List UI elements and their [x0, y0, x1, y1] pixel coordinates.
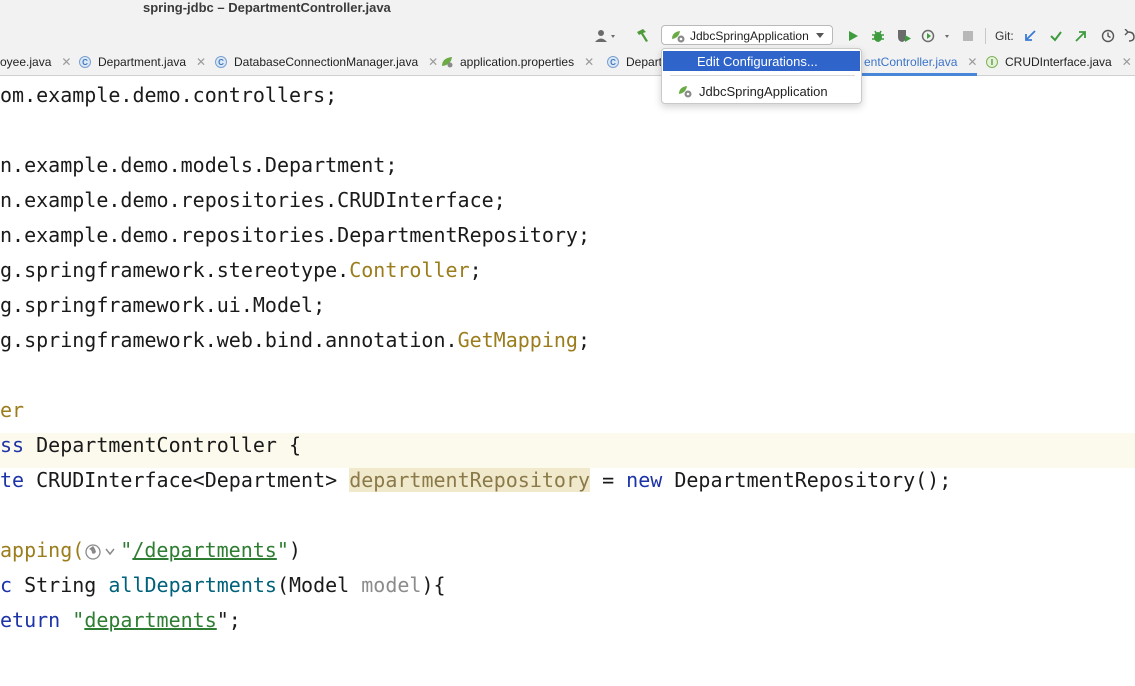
title-bar: spring-jdbc – DepartmentController.java: [0, 0, 1135, 22]
code-line: om.example.demo.controllers;: [0, 83, 338, 107]
tab-department-controller[interactable]: entController.java ✕: [864, 49, 977, 75]
close-icon[interactable]: ✕: [967, 55, 977, 69]
bug-icon: [872, 30, 884, 42]
jdbc-spring-application-item[interactable]: JdbcSpringApplication: [663, 81, 860, 101]
git-commit-button[interactable]: [1046, 26, 1066, 46]
tab-department-repository[interactable]: C Departr: [607, 49, 666, 75]
toolbar-separator: [985, 28, 986, 44]
spring-config-icon: [679, 86, 692, 98]
play-icon: [849, 31, 858, 41]
class-c-icon: C: [215, 56, 227, 68]
code-line: eturn "departments";: [0, 608, 241, 632]
close-icon[interactable]: ✕: [61, 55, 71, 69]
build-button[interactable]: [632, 26, 652, 46]
tab-label: Department.java: [98, 55, 187, 69]
code-line: er: [0, 398, 25, 422]
edit-configurations-item[interactable]: Edit Configurations...: [663, 51, 860, 71]
tab-database-connection-manager[interactable]: C DatabaseConnectionManager.java ✕: [215, 49, 438, 75]
tab-employee[interactable]: oyee.java ✕: [0, 49, 71, 75]
git-label: Git:: [995, 29, 1014, 43]
profiler-icon: [921, 29, 949, 43]
arrow-up-right-icon: [1075, 31, 1086, 42]
tab-label: oyee.java: [0, 55, 52, 69]
arrow-down-left-icon: [1025, 30, 1036, 41]
profile-run-button[interactable]: [920, 26, 952, 46]
close-icon[interactable]: ✕: [584, 55, 594, 69]
run-button[interactable]: [843, 26, 863, 46]
rollback-icon: [1124, 29, 1135, 42]
code-line: n.example.demo.repositories.DepartmentRe…: [0, 223, 591, 247]
coverage-button[interactable]: [894, 26, 914, 46]
git-push-button[interactable]: [1071, 26, 1091, 46]
code-line: g.springframework.stereotype.Controller;: [0, 258, 482, 282]
code-line: g.springframework.ui.Model;: [0, 293, 326, 317]
tab-label: application.properties: [460, 55, 575, 69]
close-icon[interactable]: ✕: [1122, 55, 1132, 69]
user-icon: [595, 30, 615, 42]
tab-label: entController.java: [864, 55, 958, 69]
shield-run-icon: [898, 30, 911, 42]
tab-label: DatabaseConnectionManager.java: [234, 55, 419, 69]
code-line: apping("/departments"): [0, 538, 301, 562]
debug-button[interactable]: [868, 26, 888, 46]
code-line: n.example.demo.models.Department;: [0, 153, 398, 177]
chevron-down-icon: [816, 33, 824, 38]
spring-leaf-icon: [442, 57, 453, 68]
code-line: n.example.demo.repositories.CRUDInterfac…: [0, 188, 506, 212]
checkmark-icon: [1050, 31, 1062, 42]
tab-department[interactable]: C Department.java ✕: [79, 49, 206, 75]
clock-icon: [1101, 29, 1115, 43]
run-configuration-combo[interactable]: JdbcSpringApplication: [661, 25, 833, 45]
spring-config-icon: [672, 31, 685, 43]
tab-application-properties[interactable]: application.properties ✕: [441, 49, 594, 75]
user-profile-button[interactable]: [592, 26, 620, 46]
interface-i-icon: I: [986, 56, 998, 68]
editor-tab-bar: oyee.java ✕ C Department.java ✕ C Database…: [0, 49, 1135, 76]
stop-button[interactable]: [958, 26, 978, 46]
close-icon[interactable]: ✕: [196, 55, 206, 69]
run-configuration-label: JdbcSpringApplication: [690, 29, 809, 43]
run-configuration-dropdown: Edit Configurations... JdbcSpringApplica…: [661, 48, 862, 104]
git-update-button[interactable]: [1020, 26, 1040, 46]
toolbar: JdbcSpringApplication Git:: [0, 22, 1135, 49]
class-c-icon: C: [607, 56, 619, 68]
code-line: c String allDepartments(Model model){: [0, 573, 446, 597]
tab-label: Departr: [626, 55, 667, 69]
menu-separator: [670, 75, 855, 76]
code-line: g.springframework.web.bind.annotation.Ge…: [0, 328, 591, 352]
hammer-icon: [637, 29, 648, 42]
close-icon[interactable]: ✕: [428, 55, 438, 69]
class-c-icon: C: [79, 56, 91, 68]
stop-icon: [963, 31, 973, 41]
tab-crud-interface[interactable]: I CRUDInterface.java ✕: [986, 49, 1132, 75]
code-line: ss DepartmentController {: [0, 433, 302, 457]
tab-label: CRUDInterface.java: [1005, 55, 1112, 69]
window-title: spring-jdbc – DepartmentController.java: [143, 0, 391, 15]
usage-highlight: departmentRepository: [349, 468, 591, 492]
git-rollback-button[interactable]: [1122, 26, 1135, 46]
globe-icon[interactable]: [84, 542, 120, 562]
git-history-button[interactable]: [1098, 26, 1118, 46]
code-line: te CRUDInterface<Department> departmentR…: [0, 468, 952, 492]
